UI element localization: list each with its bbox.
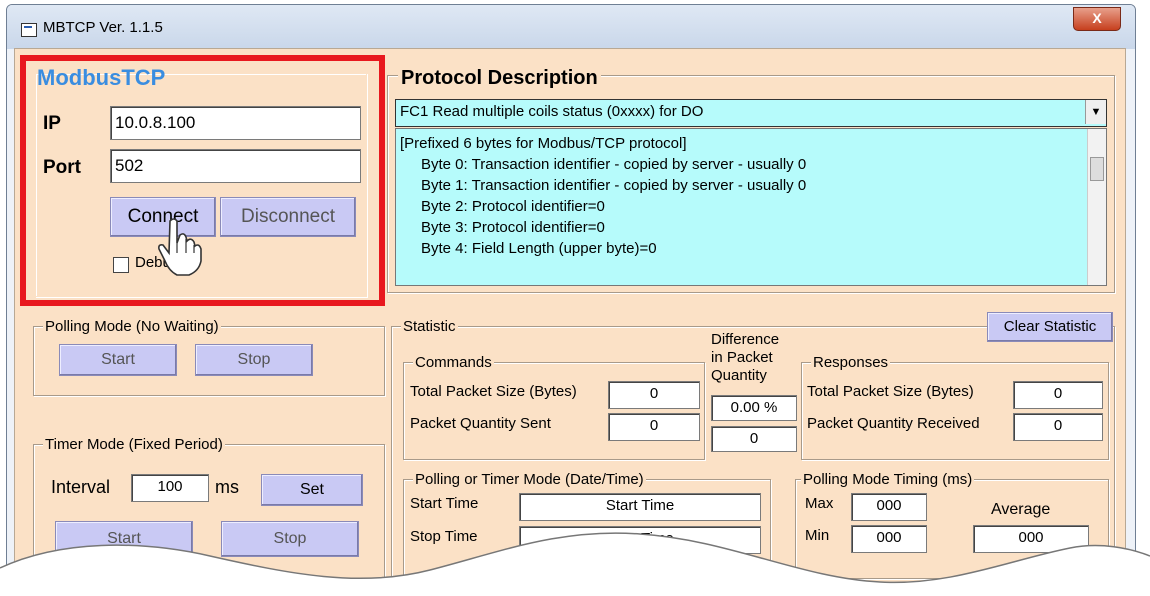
torn-edge [0,532,1150,596]
